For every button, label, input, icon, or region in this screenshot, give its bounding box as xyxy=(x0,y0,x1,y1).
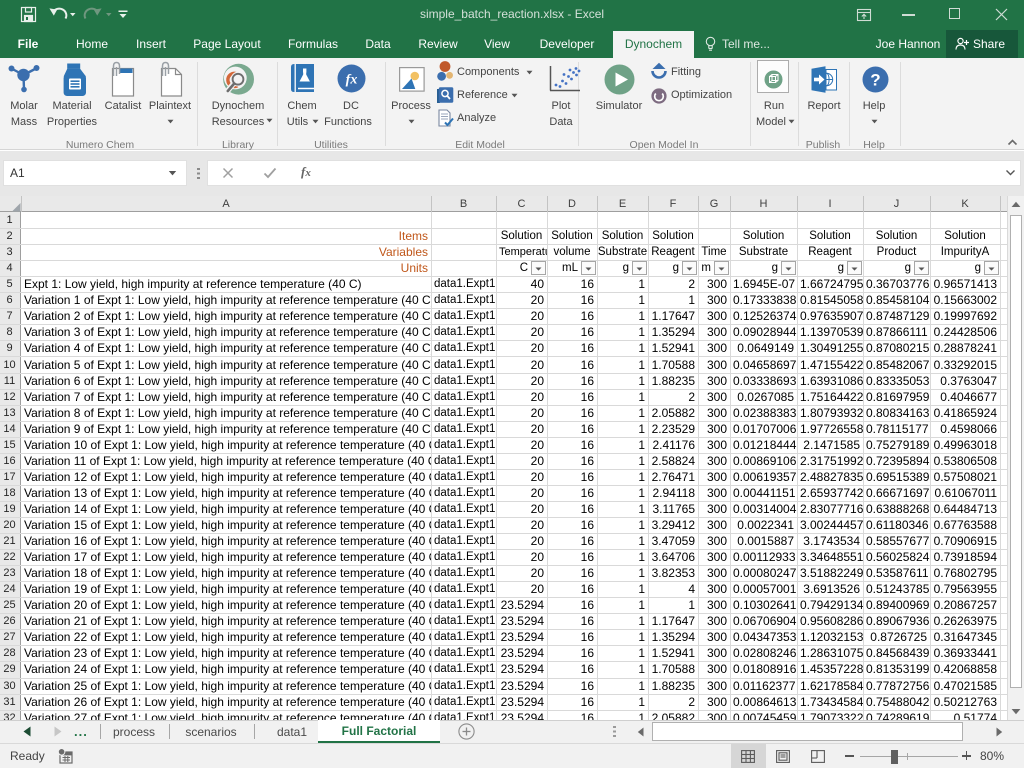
svg-text:?: ? xyxy=(870,71,880,90)
svg-text:fx: fx xyxy=(346,73,358,88)
